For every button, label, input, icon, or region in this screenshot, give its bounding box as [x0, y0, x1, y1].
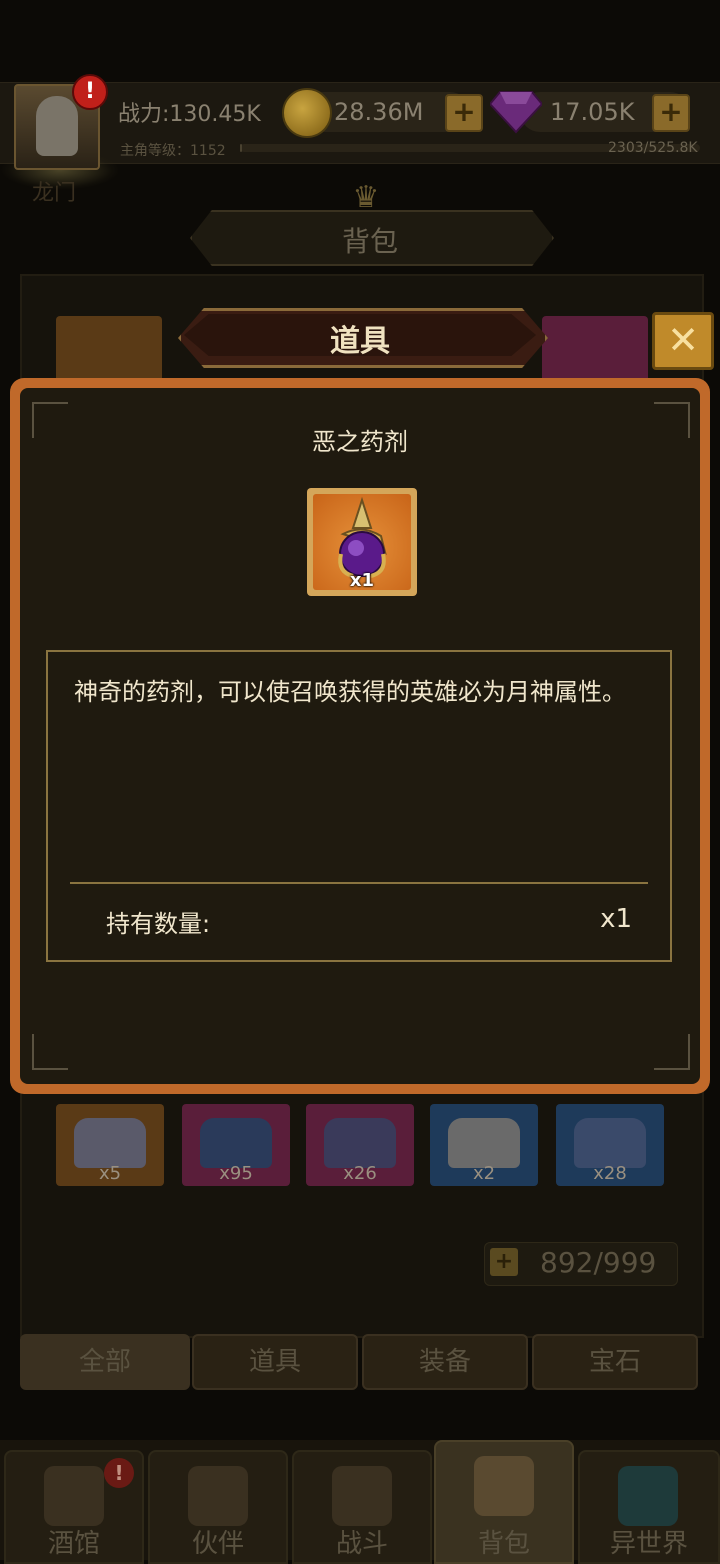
popup-header-label: 道具 [330, 324, 390, 359]
nav-otherworld[interactable]: 异世界 [578, 1450, 720, 1564]
nav-label: 背包 [477, 1529, 530, 1559]
item-count: x26 [343, 1163, 377, 1184]
gem-value: 17.05K [550, 98, 635, 126]
tab-equipment[interactable]: 装备 [362, 1334, 528, 1390]
chest-icon [74, 1118, 146, 1168]
nav-label: 战斗 [335, 1529, 388, 1559]
nav-label: 异世界 [609, 1529, 688, 1559]
bag-title: 背包 [341, 225, 398, 258]
divider [70, 882, 648, 884]
player-level: 主角等级：1152 [120, 143, 226, 159]
tab-gems[interactable]: 宝石 [532, 1334, 698, 1390]
bag-slot[interactable]: x26 [306, 1104, 414, 1186]
gold-coin-icon [282, 88, 332, 138]
backpack-icon [474, 1456, 534, 1516]
bag-slot[interactable]: x95 [182, 1104, 290, 1186]
item-icon-count: x1 [349, 570, 375, 591]
bag-slot[interactable]: x28 [556, 1104, 664, 1186]
corner-ornament [32, 402, 68, 438]
portal-icon [618, 1466, 678, 1526]
power-value: 战力:130.45K [118, 102, 261, 127]
item-name: 恶之药剂 [312, 428, 408, 456]
add-gem-button[interactable]: + [652, 94, 690, 132]
tab-items[interactable]: 道具 [192, 1334, 358, 1390]
quantity-value: x1 [600, 904, 632, 934]
nav-partners[interactable]: 伙伴 [148, 1450, 288, 1564]
xp-bar-fill [240, 144, 243, 152]
corner-ornament [654, 402, 690, 438]
expand-bag-button[interactable]: + [490, 1248, 518, 1276]
chest-icon [574, 1118, 646, 1168]
beer-mug-icon [44, 1466, 104, 1526]
crown-icon: ♛ [352, 180, 380, 215]
corner-ornament [654, 1034, 690, 1070]
bag-slot[interactable]: x2 [430, 1104, 538, 1186]
hero-portrait-icon [188, 1466, 248, 1526]
gem-icon [490, 91, 542, 134]
nav-bag[interactable]: 背包 [434, 1440, 574, 1564]
nav-label: 酒馆 [47, 1529, 100, 1559]
nav-battle[interactable]: 战斗 [292, 1450, 432, 1564]
avatar-alert-icon: ! [72, 74, 108, 110]
corner-ornament [32, 1034, 68, 1070]
xp-text: 2303/525.8K [608, 140, 698, 156]
close-button[interactable]: ✕ [652, 312, 714, 370]
tavern-alert-icon: ! [104, 1458, 134, 1488]
tab-all[interactable]: 全部 [20, 1334, 190, 1390]
quantity-label: 持有数量: [106, 910, 211, 938]
player-name: 龙门 [32, 181, 77, 206]
item-count: x2 [472, 1163, 496, 1184]
nav-label: 伙伴 [191, 1529, 244, 1559]
bag-capacity-text: 892/999 [540, 1246, 657, 1279]
add-gold-button[interactable]: + [445, 94, 483, 132]
bag-slot[interactable]: x5 [56, 1104, 164, 1186]
chest-icon [448, 1118, 520, 1168]
crossed-swords-icon [332, 1466, 392, 1526]
item-description: 神奇的药剂，可以使召唤获得的英雄必为月神属性。 [74, 678, 626, 706]
chest-icon [200, 1118, 272, 1168]
chest-icon [324, 1118, 396, 1168]
item-count: x28 [593, 1163, 627, 1184]
item-count: x95 [219, 1163, 253, 1184]
item-count: x5 [98, 1163, 122, 1184]
gold-value: 28.36M [334, 98, 424, 126]
